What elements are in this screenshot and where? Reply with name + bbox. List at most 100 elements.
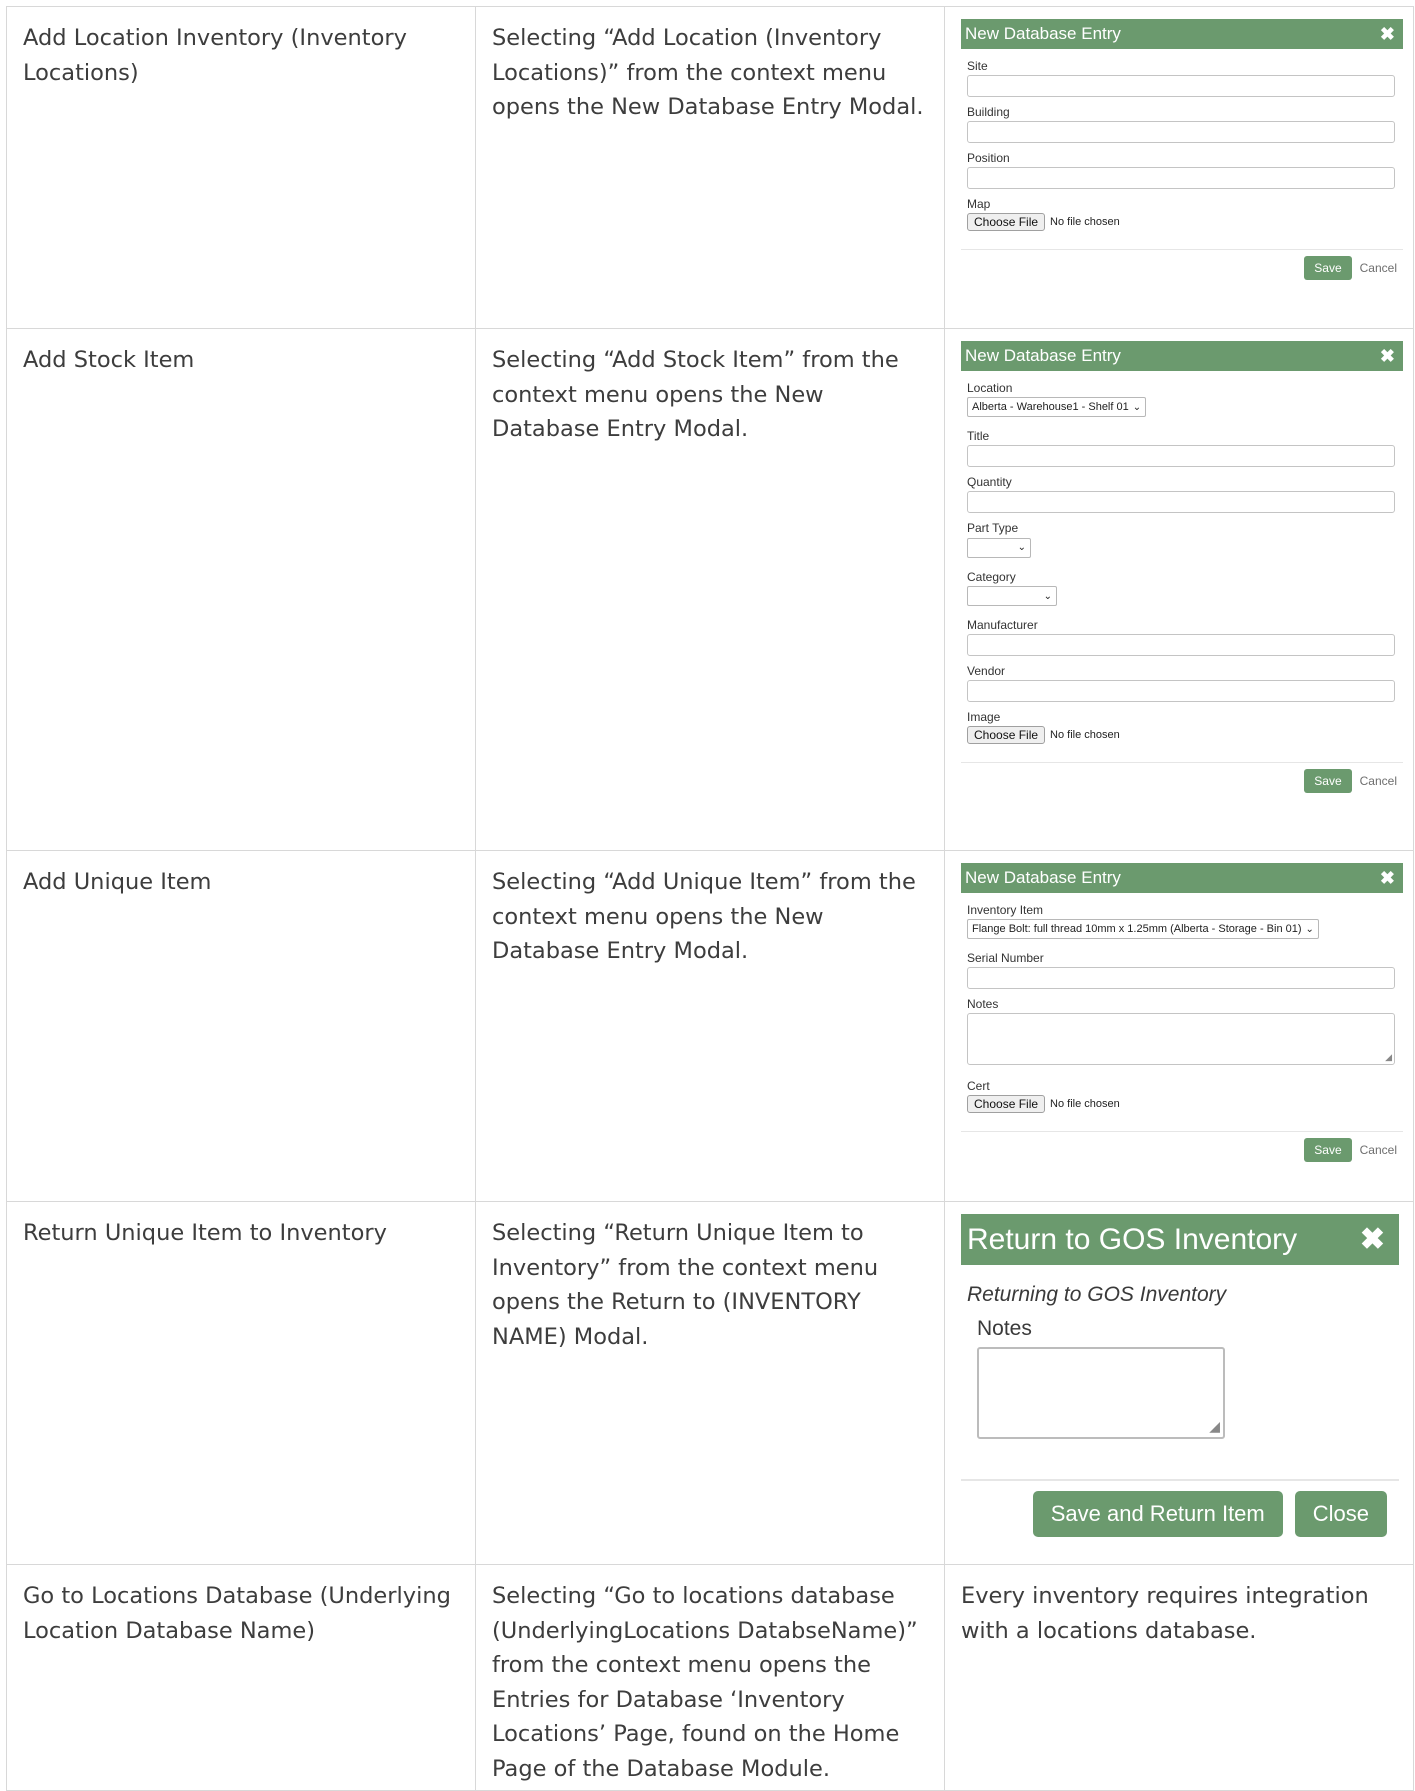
modal-footer: Save Cancel: [961, 249, 1403, 288]
action-text: Add Location Inventory (Inventory Locati…: [23, 25, 407, 86]
choose-file-button[interactable]: Choose File: [967, 1095, 1046, 1113]
action-cell: Add Unique Item: [6, 850, 476, 1202]
description-text: Selecting “Add Location (Inventory Locat…: [492, 25, 924, 120]
return-to-inventory-modal: Return to GOS Inventory ✖ Returning to G…: [961, 1214, 1399, 1537]
screenshot-cell: Return to GOS Inventory ✖ Returning to G…: [944, 1201, 1414, 1565]
map-file-input: Choose File No file chosen: [967, 213, 1395, 231]
part-type-select[interactable]: ⌄: [967, 537, 1031, 558]
screenshot-cell: New Database Entry ✖ Location Alberta - …: [944, 328, 1414, 851]
vendor-input[interactable]: [967, 680, 1395, 702]
building-label: Building: [967, 105, 1010, 119]
save-button[interactable]: Save: [1304, 1138, 1352, 1162]
cancel-link[interactable]: Cancel: [1360, 1143, 1397, 1157]
description-cell: Selecting “Add Location (Inventory Locat…: [475, 6, 945, 329]
position-label: Position: [967, 151, 1010, 165]
screenshot-cell: New Database Entry ✖ Site Building Posit…: [944, 6, 1414, 329]
location-label: Location: [967, 381, 1013, 395]
resize-handle-icon[interactable]: ◢: [1385, 1052, 1392, 1063]
modal-header: New Database Entry ✖: [961, 19, 1403, 49]
new-database-entry-modal: New Database Entry ✖ Site Building Posit…: [961, 19, 1403, 288]
location-select[interactable]: Alberta - Warehouse1 - Shelf 01 ⌄: [967, 397, 1147, 417]
close-icon[interactable]: ✖: [1380, 25, 1395, 43]
manufacturer-label: Manufacturer: [967, 618, 1038, 632]
modal-body: Location Alberta - Warehouse1 - Shelf 01…: [961, 371, 1403, 744]
modal-body: Inventory Item Flange Bolt: full thread …: [961, 893, 1403, 1113]
action-text: Add Stock Item: [23, 347, 195, 373]
notes-textarea[interactable]: ◢: [967, 1013, 1395, 1065]
note-text: Every inventory requires integration wit…: [961, 1583, 1369, 1644]
image-label: Image: [967, 710, 1001, 724]
quantity-input[interactable]: [967, 491, 1395, 513]
description-text: Selecting “Go to locations database (Und…: [492, 1583, 918, 1782]
modal-title: New Database Entry: [965, 346, 1121, 365]
modal-subtitle: Returning to GOS Inventory: [967, 1283, 1227, 1306]
chevron-down-icon: ⌄: [1017, 542, 1026, 553]
category-select[interactable]: ⌄: [967, 586, 1057, 606]
title-input[interactable]: [967, 445, 1395, 467]
action-cell: Return Unique Item to Inventory: [6, 1201, 476, 1565]
site-label: Site: [967, 59, 988, 73]
modal-title: New Database Entry: [965, 24, 1121, 43]
action-text: Add Unique Item: [23, 869, 212, 895]
choose-file-button[interactable]: Choose File: [967, 726, 1046, 744]
description-cell: Selecting “Add Stock Item” from the cont…: [475, 328, 945, 851]
save-and-return-button[interactable]: Save and Return Item: [1032, 1491, 1283, 1537]
title-label: Title: [967, 429, 990, 443]
vendor-label: Vendor: [967, 664, 1006, 678]
choose-file-button[interactable]: Choose File: [967, 213, 1046, 231]
resize-handle-icon[interactable]: ◢: [1209, 1418, 1220, 1435]
description-text: Selecting “Return Unique Item to Invento…: [492, 1220, 879, 1350]
close-icon[interactable]: ✖: [1380, 347, 1395, 365]
serial-number-input[interactable]: [967, 967, 1395, 989]
part-type-label: Part Type: [967, 521, 1019, 535]
description-text: Selecting “Add Stock Item” from the cont…: [492, 347, 899, 442]
new-database-entry-modal: New Database Entry ✖ Inventory Item Flan…: [961, 863, 1403, 1170]
map-label: Map: [967, 197, 991, 211]
table-row: Return Unique Item to Inventory Selectin…: [6, 1201, 1414, 1565]
cancel-link[interactable]: Cancel: [1360, 774, 1397, 788]
notes-textarea[interactable]: ◢: [977, 1347, 1225, 1439]
description-text: Selecting “Add Unique Item” from the con…: [492, 869, 916, 964]
modal-header: New Database Entry ✖: [961, 341, 1403, 371]
close-icon[interactable]: ✖: [1360, 1224, 1385, 1255]
modal-body: Site Building Position Map Choose File N…: [961, 49, 1403, 231]
modal-footer: Save and Return Item Close: [961, 1479, 1399, 1537]
action-text: Go to Locations Database (Underlying Loc…: [23, 1583, 451, 1644]
file-status: No file chosen: [1050, 216, 1120, 228]
description-cell: Selecting “Go to locations database (Und…: [475, 1564, 945, 1791]
quantity-label: Quantity: [967, 475, 1012, 489]
action-cell: Add Location Inventory (Inventory Locati…: [6, 6, 476, 329]
modal-footer: Save Cancel: [961, 762, 1403, 801]
modal-title: New Database Entry: [965, 868, 1121, 887]
save-button[interactable]: Save: [1304, 256, 1352, 280]
manufacturer-input[interactable]: [967, 634, 1395, 656]
table-row: Add Location Inventory (Inventory Locati…: [6, 6, 1414, 329]
modal-title: Return to GOS Inventory: [967, 1222, 1298, 1256]
table-row: Go to Locations Database (Underlying Loc…: [6, 1564, 1414, 1791]
building-input[interactable]: [967, 121, 1395, 143]
description-cell: Selecting “Return Unique Item to Invento…: [475, 1201, 945, 1565]
chevron-down-icon: ⌄: [1132, 401, 1142, 413]
chevron-down-icon: ⌄: [1043, 590, 1052, 602]
modal-body: Returning to GOS Inventory Notes ◢: [961, 1265, 1399, 1439]
save-button[interactable]: Save: [1304, 769, 1352, 793]
chevron-down-icon: ⌄: [1305, 923, 1314, 935]
modal-header: New Database Entry ✖: [961, 863, 1403, 893]
inventory-item-select[interactable]: Flange Bolt: full thread 10mm x 1.25mm (…: [967, 919, 1319, 939]
site-input[interactable]: [967, 75, 1395, 97]
table-row: Add Unique Item Selecting “Add Unique It…: [6, 850, 1414, 1202]
modal-header: Return to GOS Inventory ✖: [961, 1214, 1399, 1265]
note-cell: Every inventory requires integration wit…: [944, 1564, 1414, 1791]
location-select-value: Alberta - Warehouse1 - Shelf 01: [972, 401, 1129, 413]
cancel-link[interactable]: Cancel: [1360, 261, 1397, 275]
cert-file-input: Choose File No file chosen: [967, 1095, 1395, 1113]
position-input[interactable]: [967, 167, 1395, 189]
serial-number-label: Serial Number: [967, 951, 1044, 965]
close-icon[interactable]: ✖: [1380, 869, 1395, 887]
description-cell: Selecting “Add Unique Item” from the con…: [475, 850, 945, 1202]
file-status: No file chosen: [1050, 729, 1120, 741]
close-button[interactable]: Close: [1294, 1491, 1387, 1537]
action-text: Return Unique Item to Inventory: [23, 1220, 387, 1246]
inventory-item-label: Inventory Item: [967, 903, 1044, 917]
notes-label: Notes: [977, 1317, 1032, 1340]
